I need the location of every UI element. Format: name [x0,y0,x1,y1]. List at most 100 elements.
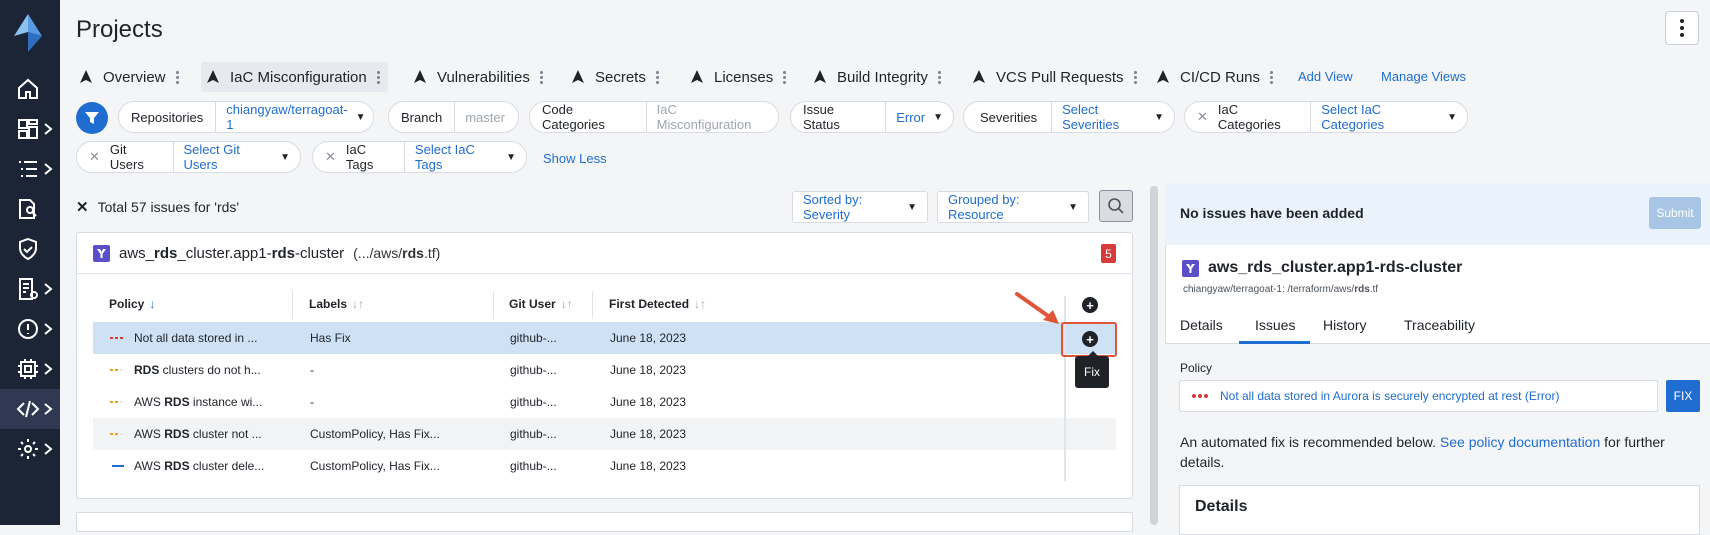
tab-menu-icon[interactable] [539,70,543,84]
policy-highlight: RDS [164,427,190,441]
column-divider[interactable] [493,291,494,319]
iac-tags-select[interactable]: Select IaC Tags ▼ [405,142,526,172]
manage-views-link[interactable]: Manage Views [1381,69,1466,84]
add-all-icon[interactable]: + [1082,297,1098,313]
add-view-link[interactable]: Add View [1298,69,1353,84]
filter-label: Git Users [109,142,144,172]
tab-label: Vulnerabilities [437,68,530,86]
code-categories-filter[interactable]: Code Categories IaC Misconfiguration [529,101,779,133]
filter-button[interactable] [76,102,108,134]
prisma-icon [207,70,219,83]
tab-secrets[interactable]: Secrets [570,62,659,92]
git-users-filter[interactable]: ✕ Git Users Select Git Users ▼ [76,141,301,173]
alerts-icon[interactable] [0,309,60,349]
gear-icon[interactable] [0,429,60,469]
runtime-icon[interactable] [0,349,60,389]
inventory-icon[interactable] [0,149,60,189]
table-row[interactable]: AWS RDS cluster dele... CustomPolicy, Ha… [93,450,1116,482]
code-icon[interactable] [0,389,60,429]
tab-vulnerabilities[interactable]: Vulnerabilities [412,62,543,92]
column-divider[interactable] [292,291,293,319]
severities-filter[interactable]: Severities Select Severities ▼ [963,101,1175,133]
compliance-icon[interactable] [0,269,60,309]
tab-menu-icon[interactable] [783,70,787,84]
git-users-select[interactable]: Select Git Users ▼ [174,142,301,172]
first-detected-cell: June 18, 2023 [610,427,687,441]
column-divider[interactable] [592,291,593,319]
resource-icon [1182,259,1199,277]
add-fix-icon[interactable]: + [1082,331,1098,347]
remove-filter-icon[interactable]: ✕ [89,149,100,165]
table-row[interactable]: AWS RDS cluster not ... CustomPolicy, Ha… [93,418,1116,450]
tab-menu-icon[interactable] [376,70,380,84]
severity-high-icon [1192,394,1208,398]
git-user-cell: github-... [510,331,557,345]
remove-filter-icon[interactable]: ✕ [325,149,336,165]
clear-search-icon[interactable]: ✕ [76,198,89,216]
filter-label-wrap: ✕ Git Users [77,142,174,172]
branch-filter[interactable]: Branch master [388,101,519,133]
group-value: Grouped by: Resource [948,192,1020,222]
tab-menu-icon[interactable] [1133,70,1137,84]
table-row[interactable]: RDS clusters do not h... - github-... Ju… [93,354,1116,386]
column-header-first-detected[interactable]: First Detected ↓↑ [609,297,706,311]
results-scrollbar[interactable] [1150,186,1158,525]
tab-menu-icon[interactable] [937,70,941,84]
first-detected-cell: June 18, 2023 [610,459,687,473]
shield-icon[interactable] [0,229,60,269]
more-options-button[interactable] [1665,11,1699,45]
tab-menu-icon[interactable] [655,70,659,84]
policy-cell: RDS clusters do not h... [134,363,261,377]
tab-iac-misconfiguration[interactable]: IaC Misconfiguration [201,62,388,92]
iac-categories-select[interactable]: Select IaC Categories ▼ [1311,102,1467,132]
submit-button[interactable]: Submit [1649,197,1701,229]
tab-build-integrity[interactable]: Build Integrity [812,62,941,92]
group-select[interactable]: Grouped by: Resource ▼ [937,191,1089,223]
column-header-git-user[interactable]: Git User ↓↑ [509,297,573,311]
policy-documentation-link[interactable]: See policy documentation [1440,434,1600,450]
table-row[interactable]: AWS RDS instance wi... - github-... June… [93,386,1116,418]
next-resource-card[interactable] [76,512,1133,532]
tab-licenses[interactable]: Licenses [689,62,787,92]
iac-tags-filter[interactable]: ✕ IaC Tags Select IaC Tags ▼ [312,141,527,173]
tab-vcs-pull-requests[interactable]: VCS Pull Requests [971,62,1137,92]
severities-select[interactable]: Select Severities ▼ [1052,102,1174,132]
panel-tab-traceability[interactable]: Traceability [1404,317,1475,333]
show-less-link[interactable]: Show Less [543,151,607,166]
app-logo-icon[interactable] [10,12,46,54]
policy-field[interactable]: Not all data stored in Aurora is securel… [1179,380,1658,412]
repositories-select[interactable]: chiangyaw/terragoat-1 ▼ [216,102,373,132]
panel-tab-details[interactable]: Details [1180,317,1223,333]
repositories-filter[interactable]: Repositories chiangyaw/terragoat-1 ▼ [118,101,374,133]
labels-cell: Has Fix [310,331,351,345]
panel-tab-issues[interactable]: Issues [1255,317,1295,333]
results-summary: ✕ Total 57 issues for 'rds' [76,198,239,216]
issue-status-select[interactable]: Error ▼ [886,102,953,132]
iac-categories-filter[interactable]: ✕ IaC Categories Select IaC Categories ▼ [1184,101,1468,133]
dashboards-icon[interactable] [0,109,60,149]
severity-info-icon [112,465,124,467]
sort-down-icon: ↓ [149,297,156,311]
tab-menu-icon[interactable] [1270,70,1274,84]
severity-high-icon [110,337,123,339]
issue-status-filter[interactable]: Issue Status Error ▼ [790,101,954,133]
panel-tab-history[interactable]: History [1323,317,1367,333]
prisma-icon [1157,70,1169,83]
table-row[interactable]: Not all data stored in ... Has Fix githu… [93,322,1116,354]
fix-button[interactable]: FIX [1666,380,1700,412]
remove-filter-icon[interactable]: ✕ [1197,109,1208,125]
search-button[interactable] [1099,190,1133,222]
path-part: (.../aws/ [353,245,403,261]
git-user-cell: github-... [510,459,557,473]
policy-link[interactable]: Not all data stored in Aurora is securel… [1220,389,1559,403]
tab-overview[interactable]: Overview [78,62,179,92]
tab-menu-icon[interactable] [175,70,179,84]
resource-card-header[interactable]: aws_rds_cluster.app1-rds-cluster (.../aw… [77,233,1132,274]
investigate-icon[interactable] [0,189,60,229]
sort-select[interactable]: Sorted by: Severity ▼ [792,191,928,223]
column-header-policy[interactable]: Policy ↓ [109,297,155,311]
column-header-labels[interactable]: Labels ↓↑ [309,297,364,311]
tab-cicd-runs[interactable]: CI/CD Runs [1155,62,1274,92]
home-icon[interactable] [0,69,60,109]
resource-name: aws_rds_cluster.app1-rds-cluster [119,245,344,262]
